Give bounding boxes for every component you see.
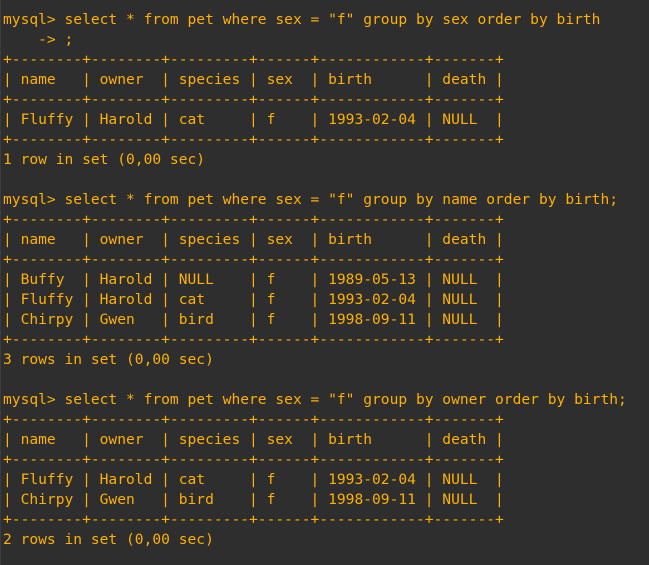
query1-continuation: -> ; (3, 31, 74, 48)
table-row: | Fluffy | Harold | cat | f | 1993-02-04… (3, 111, 504, 128)
query2-table-border-top: +--------+--------+---------+------+----… (3, 211, 504, 228)
query1-table-border-mid: +--------+--------+---------+------+----… (3, 91, 504, 108)
query1-prompt: mysql> select * from pet where sex = "f"… (3, 11, 601, 28)
table-row: | Fluffy | Harold | cat | f | 1993-02-04… (3, 291, 504, 308)
query1-table-header: | name | owner | species | sex | birth |… (3, 71, 504, 88)
query3-table-border-top: +--------+--------+---------+------+----… (3, 411, 504, 428)
terminal-window[interactable]: mysql> select * from pet where sex = "f"… (0, 0, 649, 565)
table-row: | Chirpy | Gwen | bird | f | 1998-09-11 … (3, 491, 504, 508)
query3-table-header: | name | owner | species | sex | birth |… (3, 431, 504, 448)
table-row: | Chirpy | Gwen | bird | f | 1998-09-11 … (3, 311, 504, 328)
query2-result-status: 3 rows in set (0,00 sec) (3, 351, 214, 368)
query2-table-border-mid: +--------+--------+---------+------+----… (3, 251, 504, 268)
query2-prompt: mysql> select * from pet where sex = "f"… (3, 191, 619, 208)
query2-table-header: | name | owner | species | sex | birth |… (3, 231, 504, 248)
query1-table-border-bottom: +--------+--------+---------+------+----… (3, 131, 504, 148)
query1-result-status: 1 row in set (0,00 sec) (3, 151, 206, 168)
query2-table-border-bottom: +--------+--------+---------+------+----… (3, 331, 504, 348)
query3-prompt: mysql> select * from pet where sex = "f"… (3, 391, 627, 408)
query3-result-status: 2 rows in set (0,00 sec) (3, 531, 214, 548)
query3-table-border-mid: +--------+--------+---------+------+----… (3, 451, 504, 468)
table-row: | Buffy | Harold | NULL | f | 1989-05-13… (3, 271, 504, 288)
query1-table-border-top: +--------+--------+---------+------+----… (3, 51, 504, 68)
table-row: | Fluffy | Harold | cat | f | 1993-02-04… (3, 471, 504, 488)
query3-table-border-bottom: +--------+--------+---------+------+----… (3, 511, 504, 528)
